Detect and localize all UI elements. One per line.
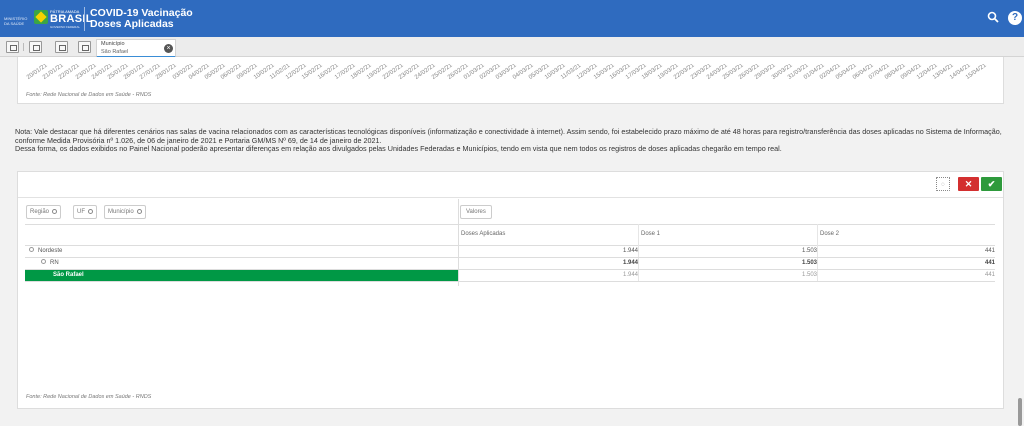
cell-dose2: 441 [984,248,995,254]
search-icon [88,209,93,214]
page-title: COVID-19 Vacinação Doses Aplicadas [90,8,193,30]
step-back-icon[interactable] [29,41,42,53]
title-line2: Doses Aplicadas [90,18,174,30]
cell-doses: 1.944 [622,260,638,266]
top-header: MINISTÉRIO DA SAÚDE PÁTRIA AMADA BRASIL … [0,0,1024,37]
selection-chip-municipio[interactable]: Município São Rafael × [96,39,176,58]
note-paragraph-2: Dessa forma, os dados exibidos no Painel… [15,144,782,154]
help-icon[interactable]: ? [1008,11,1022,25]
cell-dose1: 1.503 [801,248,817,254]
confirm-selection-button[interactable]: ✔ [981,177,1002,191]
column-header-dose2[interactable]: Dose 2 [820,231,839,237]
brasil-label: BRASIL [50,13,93,25]
dimension-municipio-label: Município [108,209,134,215]
clear-selection-icon[interactable] [78,41,91,53]
column-header-doses[interactable]: Doses Aplicadas [461,231,505,237]
search-icon [136,209,142,214]
dimension-regiao-label: Região [30,209,50,215]
selected-highlight [25,270,458,281]
cell-dose1: 1.503 [801,260,817,266]
dimension-municipio[interactable]: Município [104,205,146,219]
cancel-selection-button[interactable]: ✕ [958,177,979,191]
row-label: Nordeste [29,246,62,257]
cell-doses: 1.944 [622,272,638,278]
chart-source: Fonte: Rede Nacional de Dados em Saúde -… [26,92,152,98]
chip-field-label: Município [101,41,125,47]
cell-dose1: 1.503 [801,272,817,278]
header-line [25,224,995,225]
column-header-dose1[interactable]: Dose 1 [641,231,660,237]
card-divider [18,197,1003,198]
row-label-text: RN [50,260,59,266]
table-row[interactable]: RN 1.944 1.503 441 [25,258,995,269]
lasso-select-icon[interactable]: ◌ [936,177,950,191]
row-label-text: Nordeste [38,248,63,254]
row-label: RN [41,258,59,269]
toolbar-separator [23,43,24,51]
cell-dose2: 441 [984,272,995,278]
cell-dose2: 441 [984,260,995,266]
date-axis-labels: 20/01/21 21/01/21 22/01/21 23/01/21 24/01/21… [22,64,992,90]
ministry-label: MINISTÉRIO DA SAÚDE [4,16,28,26]
brasil-logo: MINISTÉRIO DA SAÚDE PÁTRIA AMADA BRASIL … [4,8,92,30]
smart-search-icon[interactable] [6,41,19,53]
close-icon[interactable]: × [164,44,173,53]
step-forward-icon[interactable] [55,41,68,53]
table-source: Fonte: Rede Nacional de Dados em Saúde -… [26,394,152,400]
page-scrollbar[interactable] [1018,398,1022,426]
values-header[interactable]: Valores [460,205,492,219]
header-divider [84,7,85,31]
gov-label: GOVERNO FEDERAL [50,25,81,29]
dimension-uf[interactable]: UF [73,205,97,219]
row-line [25,281,995,282]
row-label-text: São Rafael [53,272,84,278]
search-icon[interactable] [986,11,1000,25]
note-paragraph-1: Nota: Vale destacar que há diferentes ce… [15,127,1002,145]
flag-icon [34,10,48,24]
pivot-table-card: ◌ ✕ ✔ Região UF Município Valores Doses … [17,171,1004,409]
cell-doses: 1.944 [622,248,638,254]
search-icon [52,209,58,214]
dimension-uf-label: UF [77,209,85,215]
note-text: Nota: Vale destacar que há diferentes ce… [15,127,1010,154]
dimension-regiao[interactable]: Região [26,205,62,219]
chip-field-value: São Rafael [101,49,129,55]
collapse-minus-icon[interactable] [29,247,34,252]
table-row-selected[interactable]: São Rafael 1.944 1.503 441 [25,270,995,281]
collapse-minus-icon[interactable] [41,259,46,264]
table-row[interactable]: Nordeste 1.944 1.503 441 [25,246,995,257]
